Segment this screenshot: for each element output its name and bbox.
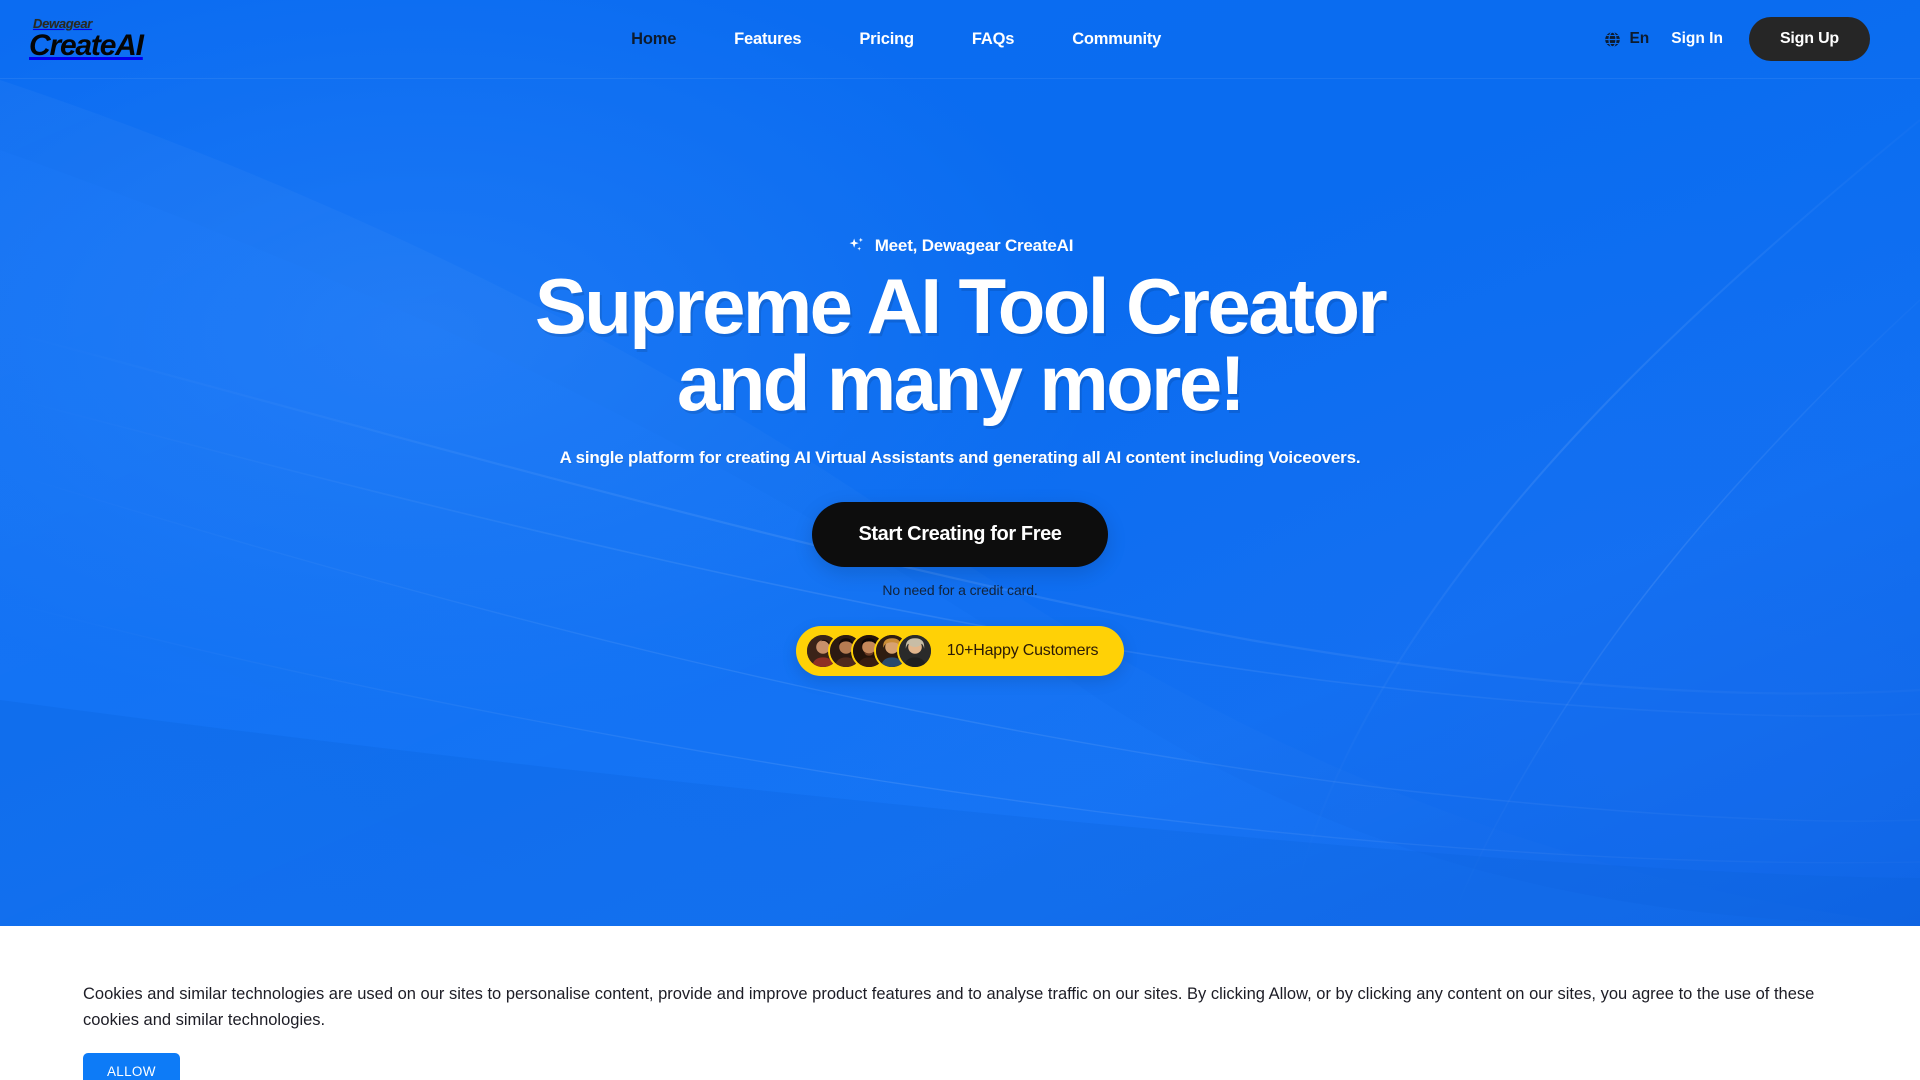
hero-section: Dewagear CreateAI Home Features Pricing … <box>0 0 1920 926</box>
globe-icon <box>1605 31 1621 47</box>
social-proof-badge[interactable]: 10+Happy Customers <box>795 626 1125 677</box>
sparkle-icon <box>849 238 863 251</box>
nav-links: Home Features Pricing FAQs Community <box>585 30 1161 49</box>
language-selector[interactable]: En <box>1603 30 1649 49</box>
nav-item-features[interactable]: Features <box>734 30 801 49</box>
nav-item-community[interactable]: Community <box>1072 30 1161 49</box>
page-root: Dewagear CreateAI Home Features Pricing … <box>0 0 1920 1080</box>
page-title: Supreme AI Tool Creator and many more! <box>535 267 1388 427</box>
sign-up-button[interactable]: Sign Up <box>1748 17 1870 61</box>
hero-subtitle: A single platform for creating AI Virtua… <box>559 448 1361 468</box>
avatar-portrait-5 <box>898 635 931 668</box>
avatar <box>896 633 933 670</box>
headline-line-2: and many more! <box>676 339 1246 427</box>
nav-actions: En Sign In Sign Up <box>1603 17 1870 61</box>
nav-item-faqs[interactable]: FAQs <box>972 30 1014 49</box>
cookie-consent-text: Cookies and similar technologies are use… <box>83 985 1815 1029</box>
nav-item-home[interactable]: Home <box>631 30 676 49</box>
cookie-consent-banner: Cookies and similar technologies are use… <box>0 926 1920 1080</box>
brand-logo-main-text: CreateAI <box>29 29 144 62</box>
start-creating-button[interactable]: Start Creating for Free <box>812 502 1108 568</box>
headline-line-1: Supreme AI Tool Creator <box>534 261 1388 350</box>
sign-in-link[interactable]: Sign In <box>1671 30 1723 48</box>
cta-note: No need for a credit card. <box>882 582 1038 599</box>
social-proof-label: 10+Happy Customers <box>946 642 1099 660</box>
brand-logo[interactable]: Dewagear CreateAI <box>29 17 144 62</box>
top-navbar: Dewagear CreateAI Home Features Pricing … <box>0 0 1920 79</box>
hero-content: Meet, Dewagear CreateAI Supreme AI Tool … <box>0 0 1920 926</box>
cookie-allow-button[interactable]: ALLOW <box>83 1053 180 1080</box>
hero-eyebrow-text: Meet, Dewagear CreateAI <box>874 235 1074 255</box>
hero-eyebrow: Meet, Dewagear CreateAI <box>847 235 1074 256</box>
language-label: En <box>1629 30 1650 47</box>
nav-item-pricing[interactable]: Pricing <box>859 30 914 49</box>
avatar-group <box>804 633 933 670</box>
